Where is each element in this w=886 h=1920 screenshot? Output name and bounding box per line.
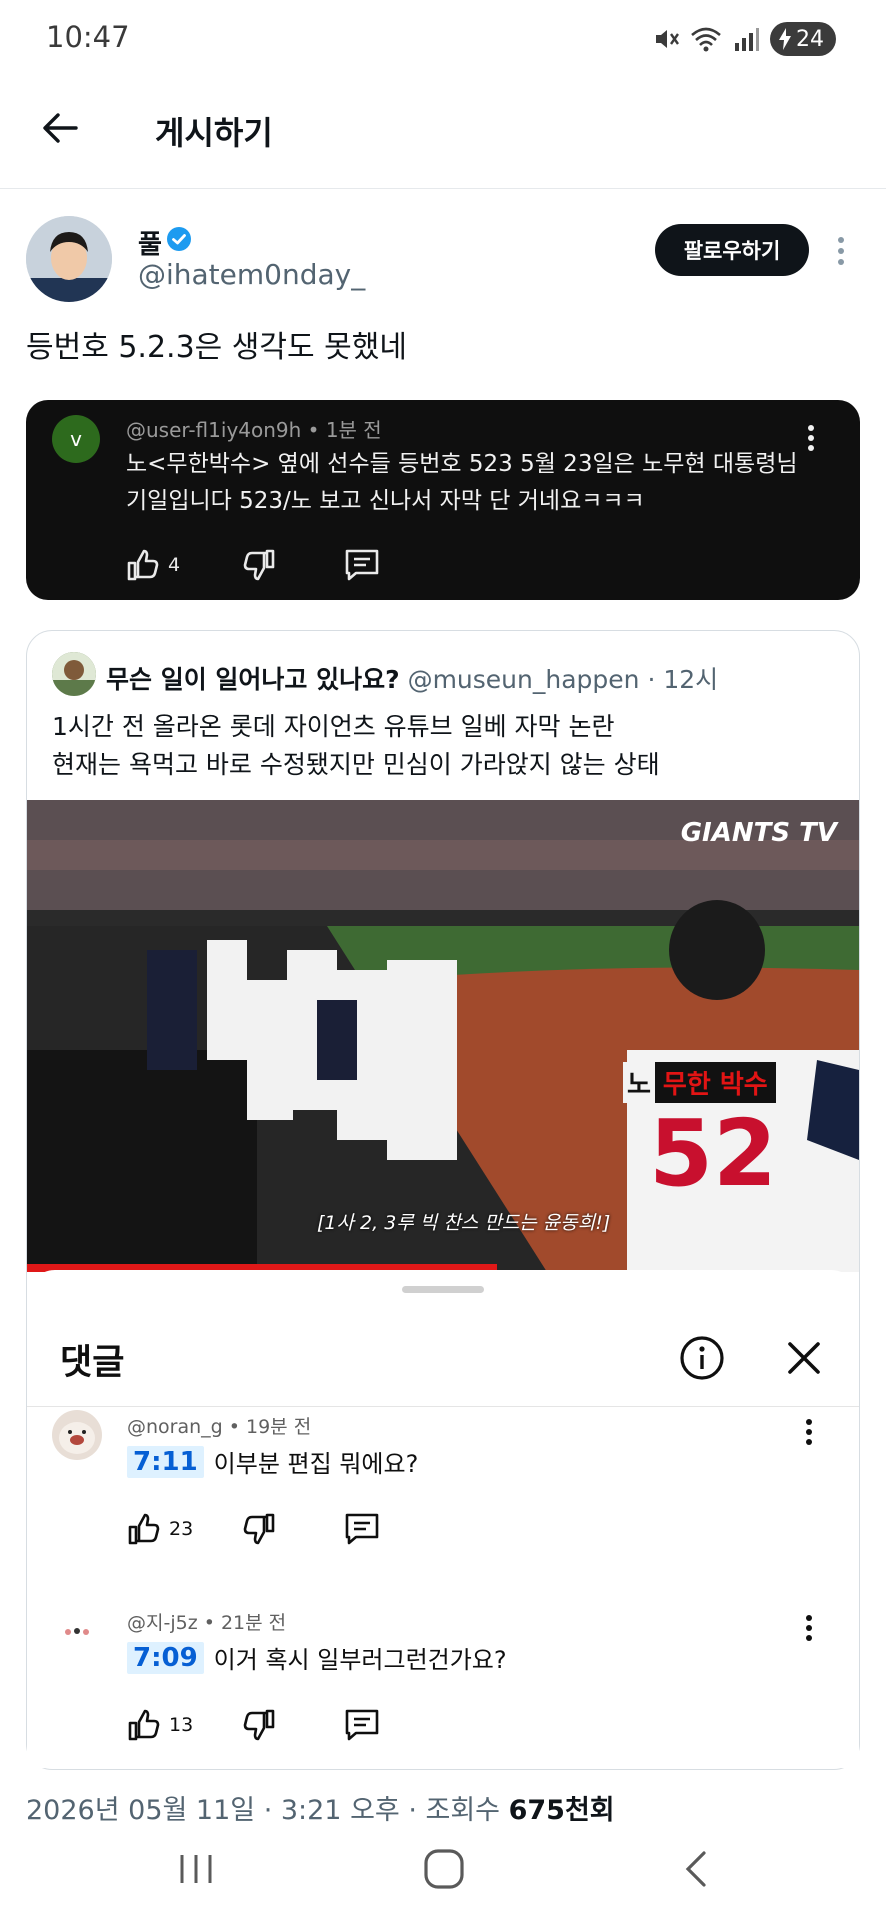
yt-comment-meta: @user-fl1iy4on9h • 1분 전 bbox=[126, 418, 382, 442]
reply-icon[interactable] bbox=[344, 1708, 380, 1742]
jersey-number: 52 bbox=[649, 1100, 778, 1207]
status-icons: 24 bbox=[652, 22, 836, 56]
author-name[interactable]: 풀 bbox=[138, 224, 162, 261]
status-time: 10:47 bbox=[46, 20, 130, 54]
yt-comment-avatar: v bbox=[52, 415, 100, 463]
recent-apps-icon[interactable] bbox=[176, 1845, 216, 1893]
comment-like-button[interactable]: 23 bbox=[127, 1512, 193, 1546]
reply-icon bbox=[345, 549, 379, 581]
author-handle[interactable]: @ihatem0nday_ bbox=[138, 258, 365, 291]
post-date: 2026년 05월 11일 · 3:21 오후 · 조회수 bbox=[26, 1795, 509, 1826]
quoted-text: 1시간 전 올라온 롯데 자이언츠 유튜브 일베 자막 논란 현재는 욕먹고 바… bbox=[52, 708, 660, 784]
thumbs-up-icon bbox=[128, 1709, 160, 1741]
quoted-time: · 12시 bbox=[647, 665, 719, 694]
comments-title: 댓글 bbox=[60, 1343, 125, 1383]
comment-meta: @noran_g • 19분 전 bbox=[127, 1416, 312, 1438]
thumbs-down-icon[interactable] bbox=[242, 1708, 276, 1742]
comment-timestamp-link[interactable]: 7:11 bbox=[127, 1445, 204, 1478]
comment-meta: @지-j5z • 21분 전 bbox=[127, 1612, 287, 1634]
yt-like-count: 4 bbox=[168, 554, 181, 576]
more-vertical-icon bbox=[808, 425, 814, 451]
reply-icon[interactable] bbox=[344, 1512, 380, 1546]
quoted-line-1: 1시간 전 올라온 롯데 자이언츠 유튜브 일베 자막 논란 bbox=[52, 712, 615, 741]
author-avatar[interactable] bbox=[26, 216, 112, 302]
arrow-left-icon[interactable] bbox=[40, 108, 80, 148]
post-text: 등번호 5.2.3은 생각도 못했네 bbox=[26, 330, 407, 365]
like-count: 23 bbox=[169, 1518, 194, 1540]
quoted-author-avatar[interactable] bbox=[52, 652, 96, 696]
thumbs-up-icon bbox=[127, 549, 159, 581]
sheet-drag-handle[interactable] bbox=[402, 1286, 484, 1293]
comment-body: 7:11 이부분 편집 뭐에요? bbox=[127, 1444, 418, 1479]
charging-icon bbox=[779, 28, 791, 50]
comment-timestamp-link[interactable]: 7:09 bbox=[127, 1641, 204, 1674]
thumbs-down-icon bbox=[243, 549, 275, 581]
thumbs-up-icon bbox=[128, 1513, 160, 1545]
more-vertical-icon[interactable] bbox=[804, 1614, 814, 1642]
page-title: 게시하기 bbox=[155, 114, 273, 152]
video-thumbnail[interactable]: GIANTS TV 노 무한 박수 52 [1사 2, 3루 빅 찬스 만드는 … bbox=[27, 800, 859, 1272]
verified-badge-icon bbox=[167, 227, 191, 251]
post-metadata: 2026년 05월 11일 · 3:21 오후 · 조회수 675천회 bbox=[26, 1788, 615, 1827]
thumbs-down-icon[interactable] bbox=[242, 1512, 276, 1546]
caption-prefix: 노 bbox=[623, 1062, 655, 1103]
comment-avatar[interactable] bbox=[52, 1410, 102, 1460]
like-count: 13 bbox=[169, 1714, 194, 1736]
battery-indicator: 24 bbox=[770, 22, 836, 56]
quoted-author-name[interactable]: 무슨 일이 일어나고 있나요? bbox=[106, 665, 400, 694]
comment-text: 이거 혹시 일부러그런건가요? bbox=[213, 1646, 507, 1674]
wifi-icon bbox=[691, 27, 721, 52]
comment-like-button[interactable]: 13 bbox=[127, 1708, 193, 1742]
mute-icon bbox=[656, 30, 679, 48]
comment-text: 이부분 편집 뭐에요? bbox=[213, 1450, 419, 1478]
back-nav-icon[interactable] bbox=[676, 1845, 716, 1893]
comment-body: 7:09 이거 혹시 일부러그런건가요? bbox=[127, 1640, 507, 1675]
video-watermark: GIANTS TV bbox=[680, 818, 837, 848]
more-vertical-icon[interactable] bbox=[836, 236, 846, 266]
close-icon[interactable] bbox=[782, 1336, 826, 1380]
yt-comment-text: 노<무한박수> 옆에 선수들 등번호 523 5월 23일은 노무현 대통령님 … bbox=[126, 451, 798, 514]
battery-level: 24 bbox=[796, 26, 824, 52]
video-subtitle: [1사 2, 3루 빅 찬스 만드는 윤동희!] bbox=[317, 1212, 611, 1234]
quoted-author-handle[interactable]: @museun_happen bbox=[408, 665, 640, 694]
signal-icon bbox=[735, 28, 759, 51]
info-icon[interactable] bbox=[678, 1334, 726, 1382]
view-count[interactable]: 675천회 bbox=[509, 1795, 615, 1826]
divider bbox=[27, 1406, 859, 1407]
video-caption: 노 무한 박수 bbox=[623, 1062, 776, 1103]
comment-avatar[interactable] bbox=[52, 1606, 102, 1656]
more-vertical-icon[interactable] bbox=[804, 1418, 814, 1446]
divider bbox=[0, 188, 886, 189]
quoted-line-2: 현재는 욕먹고 바로 수정됐지만 민심이 가라앉지 않는 상태 bbox=[52, 750, 660, 779]
home-icon[interactable] bbox=[420, 1845, 468, 1893]
yt-like: 4 bbox=[126, 548, 180, 582]
caption-highlight: 무한 박수 bbox=[654, 1062, 776, 1103]
follow-button[interactable]: 팔로우하기 bbox=[655, 224, 809, 276]
quoted-header: 무슨 일이 일어나고 있나요? @museun_happen · 12시 bbox=[106, 660, 718, 696]
